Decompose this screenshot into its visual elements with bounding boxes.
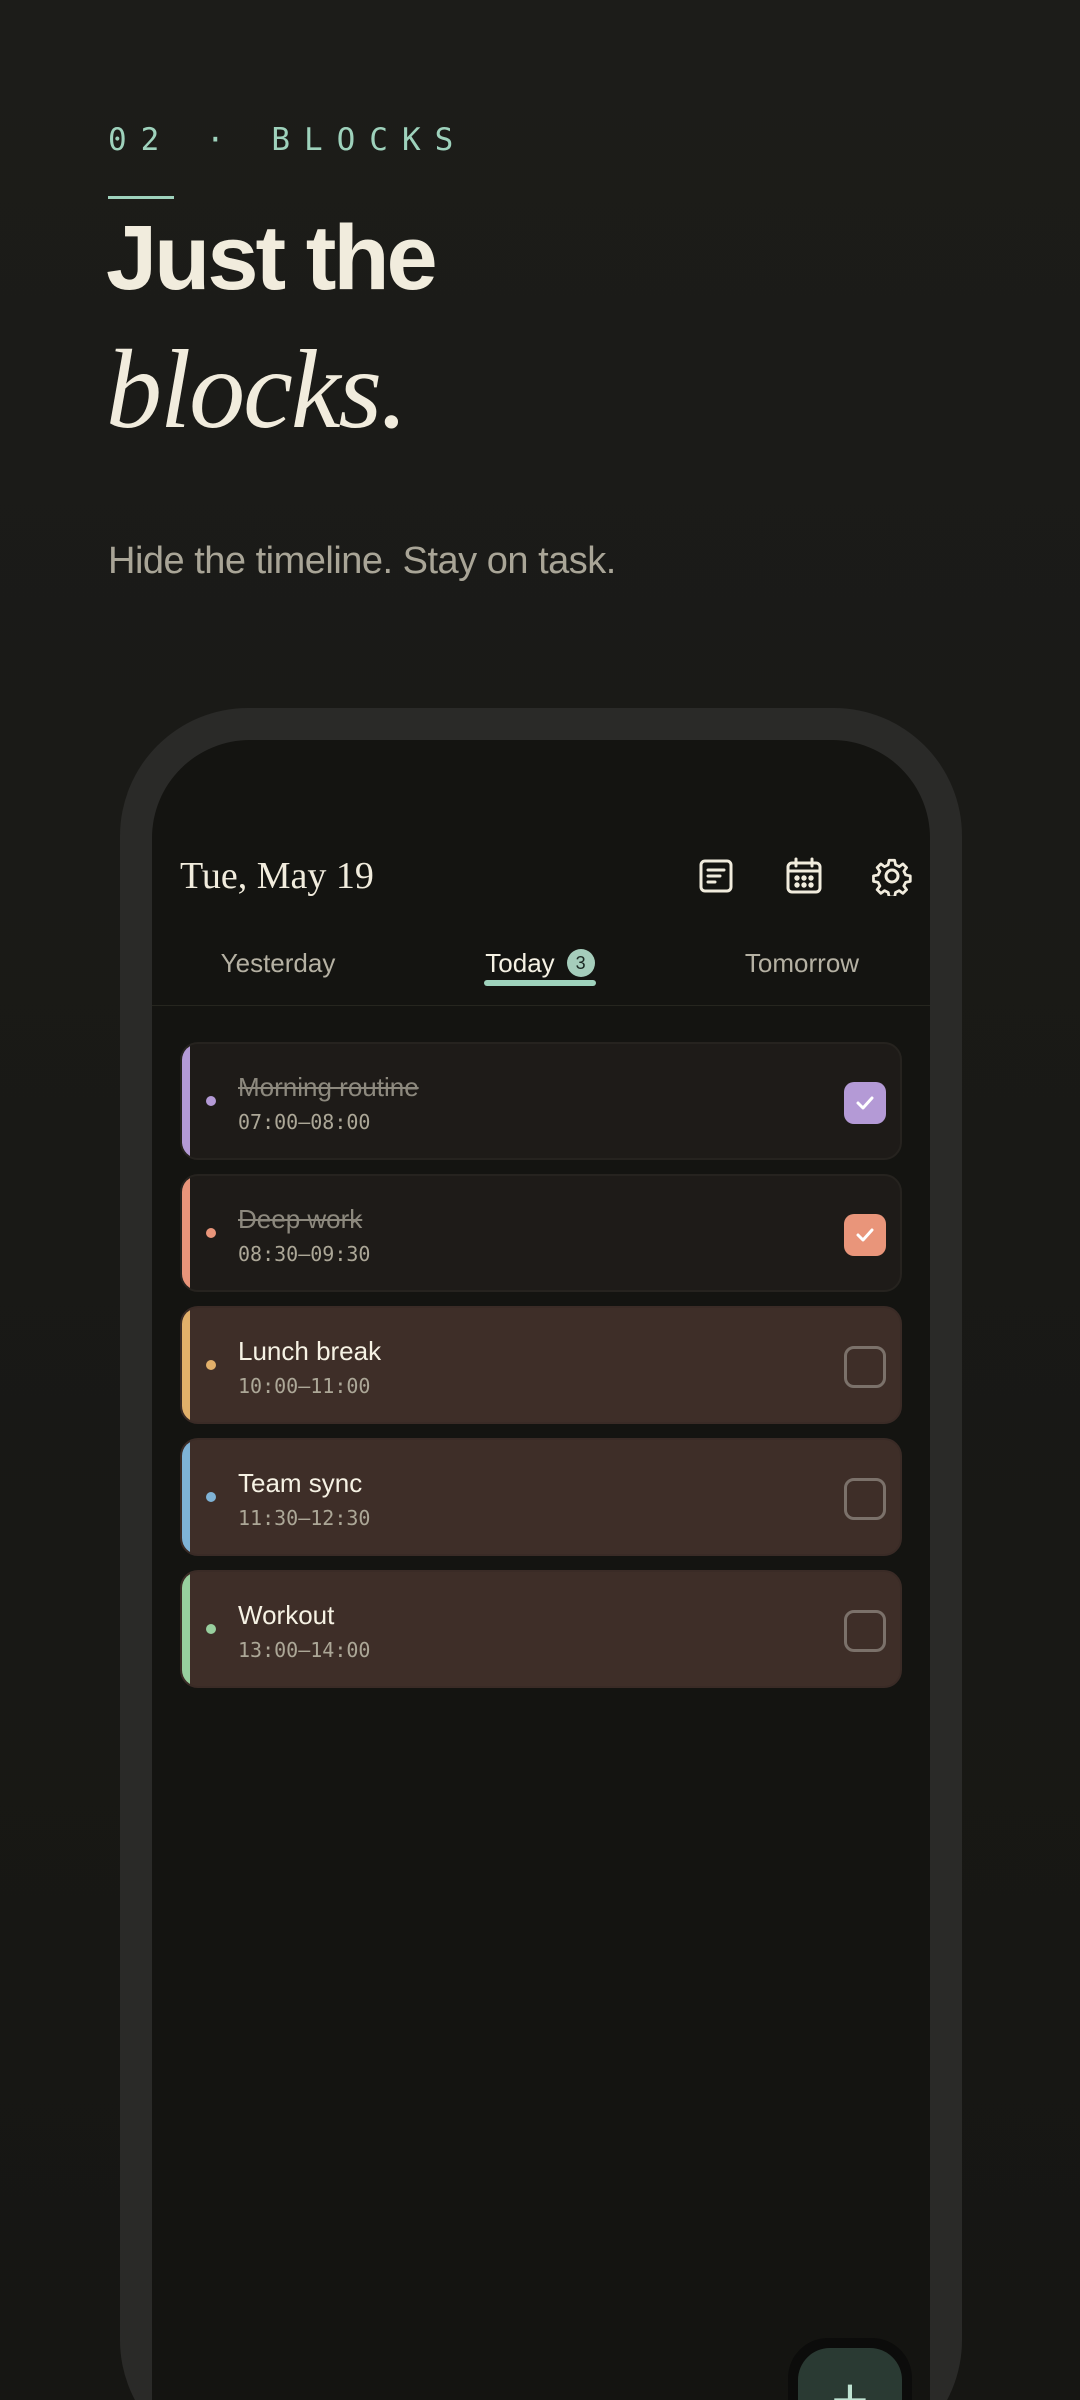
tab-label: Tomorrow <box>744 947 860 978</box>
task-dot <box>206 1624 216 1634</box>
task-dot <box>206 1096 216 1106</box>
subtitle: Hide the timeline. Stay on task. <box>108 540 616 582</box>
task-dot <box>206 1228 216 1238</box>
task-dot <box>206 1360 216 1370</box>
task-time: 07:00–08:00 <box>238 1110 371 1134</box>
task-color-bar <box>182 1044 190 1158</box>
task-checkbox[interactable] <box>844 1610 886 1652</box>
current-date: Tue, May 19 <box>180 855 374 897</box>
gear-icon[interactable] <box>872 856 912 896</box>
task-title: Workout <box>238 1600 335 1630</box>
tab-tomorrow[interactable]: Tomorrow <box>710 920 894 1006</box>
phone-frame: Tue, May 19 Yesterday Today 3 Tomorrow M… <box>120 708 962 2400</box>
task-title: Team sync <box>238 1468 363 1498</box>
tab-today[interactable]: Today 3 <box>452 920 628 1006</box>
task-block-lunch-break[interactable]: Lunch break 10:00–11:00 <box>180 1306 902 1424</box>
task-title: Deep work <box>238 1204 363 1234</box>
task-checkbox[interactable] <box>844 1346 886 1388</box>
task-dot <box>206 1492 216 1502</box>
task-block-morning-routine[interactable]: Morning routine 07:00–08:00 <box>180 1042 902 1160</box>
checkmark-icon <box>856 1228 874 1242</box>
task-time: 11:30–12:30 <box>238 1506 371 1530</box>
tab-yesterday[interactable]: Yesterday <box>190 920 366 1006</box>
task-title: Lunch break <box>238 1336 382 1366</box>
task-block-deep-work[interactable]: Deep work 08:30–09:30 <box>180 1174 902 1292</box>
phone-screen: Tue, May 19 Yesterday Today 3 Tomorrow M… <box>152 740 930 2400</box>
eyebrow-label: 02 · BLOCKS <box>108 122 468 158</box>
headline-line-2: blocks. <box>106 328 408 452</box>
task-color-bar <box>182 1572 190 1686</box>
task-color-bar <box>182 1440 190 1554</box>
active-tab-indicator <box>484 980 596 986</box>
task-time: 13:00–14:00 <box>238 1638 371 1662</box>
headline-line-1: Just the <box>106 207 438 309</box>
task-checkbox[interactable] <box>844 1478 886 1520</box>
task-color-bar <box>182 1176 190 1290</box>
task-color-bar <box>182 1308 190 1422</box>
add-task-button[interactable]: + <box>788 2338 912 2400</box>
tab-count-badge: 3 <box>566 949 595 977</box>
notes-icon[interactable] <box>696 856 736 896</box>
task-time: 10:00–11:00 <box>238 1374 371 1398</box>
task-block-team-sync[interactable]: Team sync 11:30–12:30 <box>180 1438 902 1556</box>
tab-label: Today <box>485 947 555 978</box>
task-checkbox-checked[interactable] <box>844 1214 886 1256</box>
checkmark-icon <box>856 1096 874 1110</box>
task-time: 08:30–09:30 <box>238 1242 371 1266</box>
task-title: Morning routine <box>238 1072 419 1102</box>
tab-label: Yesterday <box>220 947 336 978</box>
task-block-workout[interactable]: Workout 13:00–14:00 <box>180 1570 902 1688</box>
plus-icon: + <box>798 2348 902 2400</box>
calendar-icon[interactable] <box>784 856 824 896</box>
day-tabs: Yesterday Today 3 Tomorrow <box>152 920 930 1006</box>
task-checkbox-checked[interactable] <box>844 1082 886 1124</box>
